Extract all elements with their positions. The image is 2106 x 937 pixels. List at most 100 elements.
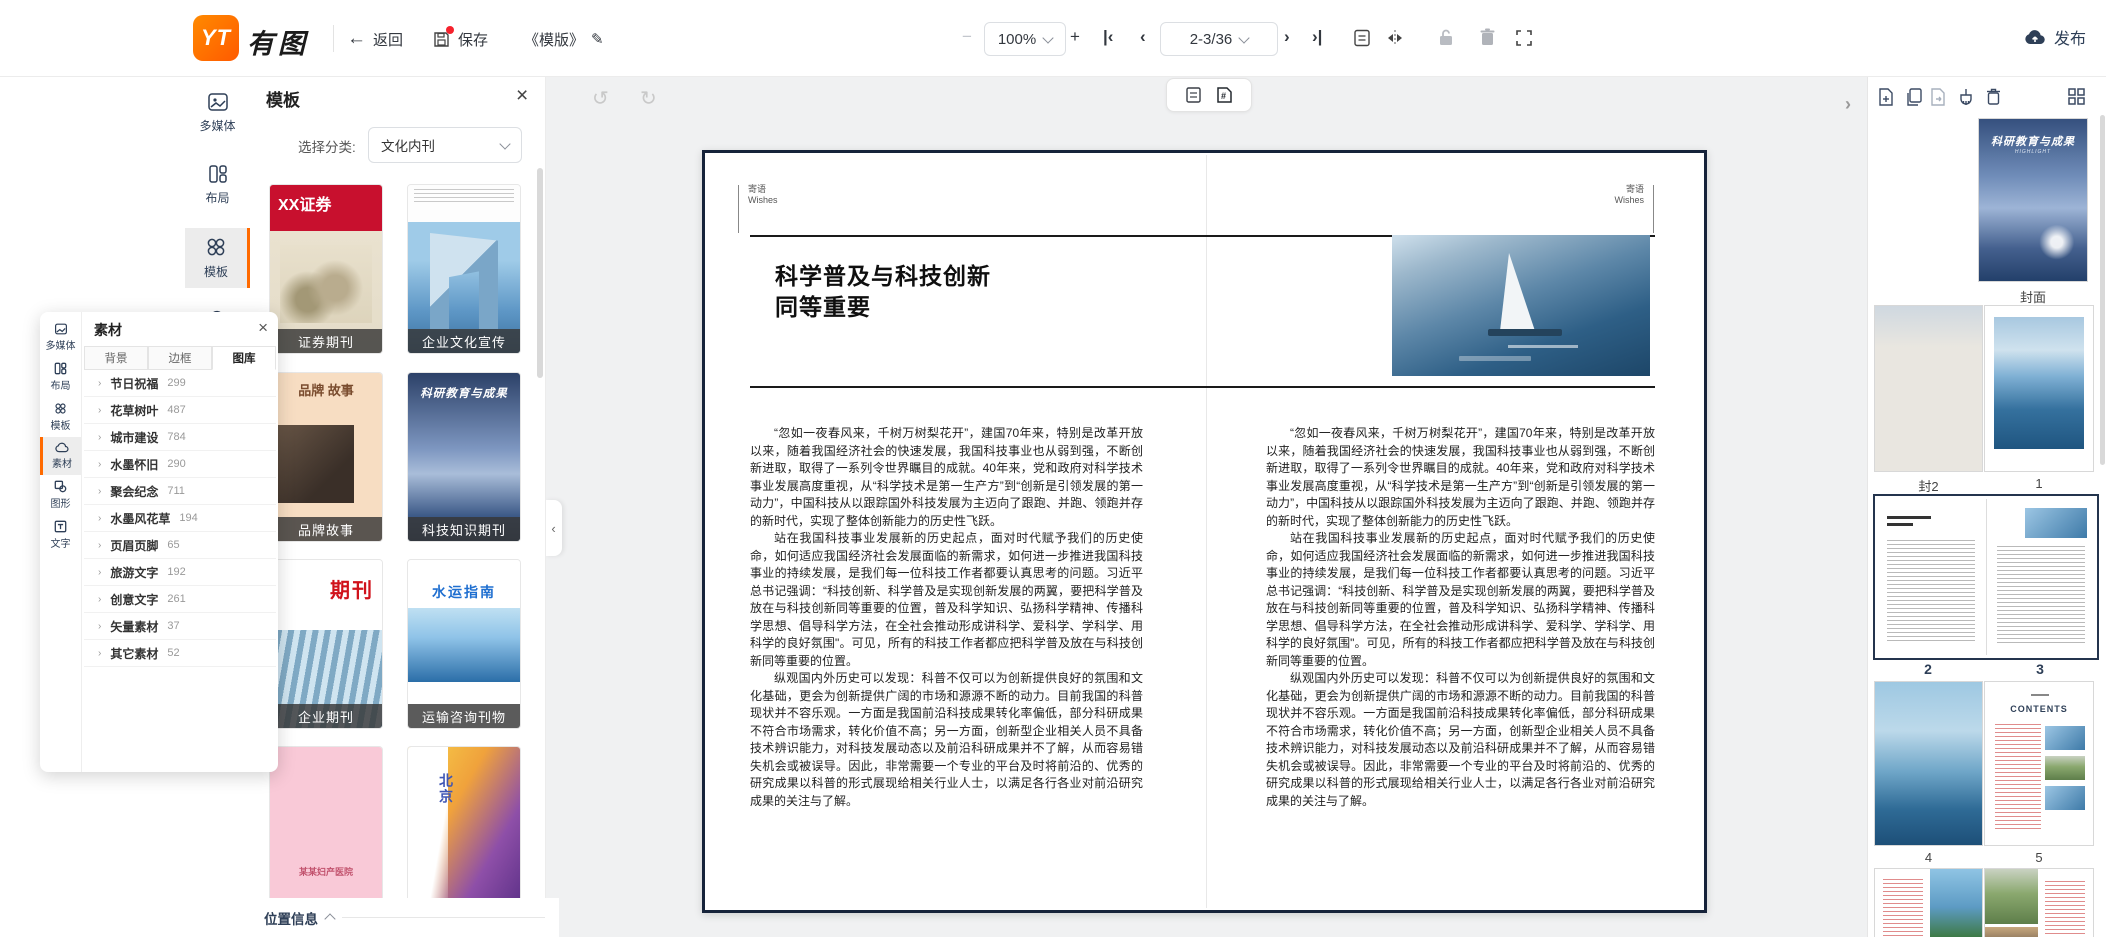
logo-text: YT — [201, 25, 231, 51]
template-card[interactable]: 某某妇产医院 — [270, 747, 382, 915]
chevron-left-icon: ‹ — [551, 521, 555, 536]
cover-text: 科研教育与成果 — [408, 385, 520, 401]
duplicate-page-button[interactable] — [1905, 87, 1923, 107]
tab-gallery[interactable]: 图库 — [212, 346, 276, 370]
position-info-section[interactable]: 位置信息 — [250, 898, 559, 937]
sidebar-item-media[interactable]: 多媒体 — [185, 84, 250, 142]
zoom-level-select[interactable]: 100% — [984, 22, 1066, 56]
delete-thumb-button[interactable] — [1985, 87, 2002, 107]
template-cover-image: 某某妇产医院 — [270, 747, 382, 915]
template-cover-image: 科研教育与成果 — [408, 373, 520, 541]
asset-category-row[interactable]: ›矢量素材37 — [84, 613, 276, 640]
asset-category-row[interactable]: ›水墨怀旧290 — [84, 451, 276, 478]
header-rule-left — [738, 185, 739, 233]
canvas-area[interactable]: ↺ ↻ # › 寄语 Wishes 寄语 Wishes — [545, 76, 1867, 937]
sidebar-item-templates[interactable]: 模板 — [185, 228, 250, 288]
mini-sidebar-label: 布局 — [51, 377, 71, 392]
pages-panel: 科研教育与成果 HIGHLIGHT 封面 封2 1 2 3 CONTENTS — [1867, 76, 2106, 937]
category-select[interactable]: 文化内刊 — [368, 127, 522, 163]
page-header-right: 寄语 Wishes — [1614, 184, 1644, 206]
page-thumb-cover[interactable]: 科研教育与成果 HIGHLIGHT — [1979, 119, 2087, 281]
asset-category-row[interactable]: ›节日祝福299 — [84, 370, 276, 397]
cover-subtitle-text: HIGHLIGHT — [1979, 149, 2087, 155]
prev-page-button[interactable]: ‹ — [1140, 27, 1146, 47]
page-number-view-button[interactable]: # — [1216, 86, 1233, 104]
mini-sidebar-item-layout[interactable]: 布局 — [40, 357, 81, 397]
split-pages-button[interactable] — [1384, 28, 1406, 48]
page-range-select[interactable]: 2-3/36 — [1160, 22, 1278, 56]
next-page-button[interactable]: › — [1284, 27, 1290, 47]
template-card[interactable]: XX证券 证券期刊 — [270, 185, 382, 353]
template-card[interactable]: 品牌 故事 品牌故事 — [270, 373, 382, 541]
expand-right-panel-handle[interactable]: › — [1845, 94, 1851, 115]
page-label-3[interactable]: 3 — [1985, 661, 2095, 677]
tab-backgrounds[interactable]: 背景 — [84, 346, 148, 370]
page-thumb-6[interactable] — [1875, 869, 1982, 937]
zoom-out-button[interactable]: − — [962, 27, 972, 47]
app-logo[interactable]: YT — [193, 15, 239, 61]
template-card[interactable]: 科研教育与成果 科技知识期刊 — [408, 373, 520, 541]
add-page-button[interactable] — [1877, 87, 1895, 107]
media-icon — [207, 92, 229, 112]
template-card[interactable]: 北京 — [408, 747, 520, 915]
template-card[interactable]: 期刊 企业期刊 — [270, 560, 382, 728]
template-card[interactable]: 企业文化宣传 — [408, 185, 520, 353]
asset-category-row[interactable]: ›创意文字261 — [84, 586, 276, 613]
page-label-2[interactable]: 2 — [1873, 661, 1983, 677]
fullscreen-button[interactable] — [1514, 28, 1534, 48]
clear-page-button[interactable] — [1957, 87, 1975, 107]
page-label-5[interactable]: 5 — [1985, 850, 2093, 865]
undo-button[interactable]: ↺ — [592, 86, 609, 111]
publish-button[interactable]: 发布 — [2024, 25, 2086, 49]
document-title[interactable]: 《模版》 ✎ — [524, 27, 604, 51]
text-column-right[interactable]: “忽如一夜春风来，千树万树梨花开”，建国70年来，特别是改革开放以来，随着我国经… — [1266, 425, 1655, 810]
save-button[interactable]: 保存 — [432, 27, 488, 51]
lock-button[interactable] — [1436, 27, 1456, 48]
template-panel-scrollbar[interactable] — [537, 168, 543, 378]
document-spread[interactable]: 寄语 Wishes 寄语 Wishes 科学普及与科技创新 同等重要 “忽如一夜… — [702, 150, 1707, 913]
asset-category-row[interactable]: ›聚会纪念711 — [84, 478, 276, 505]
page-thumb-4[interactable] — [1875, 682, 1982, 845]
last-page-button[interactable]: ›| — [1312, 27, 1322, 47]
first-page-button[interactable]: |‹ — [1103, 27, 1113, 47]
assets-panel-close-icon[interactable]: × — [258, 318, 268, 338]
page-thumb-5[interactable]: CONTENTS — [1985, 682, 2093, 845]
single-page-view-button[interactable] — [1185, 86, 1202, 104]
mini-sidebar-item-assets[interactable]: 素材 — [40, 437, 81, 475]
template-panel-close-icon[interactable]: × — [516, 84, 528, 108]
page-thumb-7[interactable] — [1985, 869, 2093, 937]
mini-sidebar-item-text[interactable]: 文字 — [40, 515, 81, 555]
mini-sidebar-item-templates[interactable]: 模板 — [40, 397, 81, 437]
collapse-left-panel-handle[interactable]: ‹ — [545, 500, 562, 556]
grid-view-button[interactable] — [2067, 87, 2086, 106]
category-count: 194 — [179, 512, 197, 524]
text-column-left[interactable]: “忽如一夜春风来，千树万树梨花开”，建国70年来，特别是改革开放以来，随着我国经… — [750, 425, 1143, 810]
page-settings-button[interactable] — [1352, 28, 1372, 48]
page-thumb-1[interactable] — [1985, 306, 2093, 471]
asset-category-row[interactable]: ›旅游文字192 — [84, 559, 276, 586]
asset-category-row[interactable]: ›水墨风花草194 — [84, 505, 276, 532]
asset-category-row[interactable]: ›花草树叶487 — [84, 397, 276, 424]
pages-panel-scrollbar[interactable] — [2100, 115, 2105, 465]
article-title[interactable]: 科学普及与科技创新 同等重要 — [775, 261, 991, 323]
back-button[interactable]: ← 返回 — [347, 27, 403, 51]
mini-sidebar-item-media[interactable]: 多媒体 — [40, 318, 81, 357]
sailboat-photo[interactable] — [1392, 235, 1650, 376]
page-label-cover[interactable]: 封面 — [1979, 287, 2087, 306]
template-card[interactable]: 水运指南 运输咨询刊物 — [408, 560, 520, 728]
mini-sidebar-item-shapes[interactable]: 图形 — [40, 475, 81, 515]
sidebar-item-layout[interactable]: 布局 — [185, 156, 250, 214]
delete-page-button[interactable] — [1478, 27, 1497, 48]
page-label-cover2[interactable]: 封2 — [1875, 476, 1982, 495]
asset-category-row[interactable]: ›城市建设784 — [84, 424, 276, 451]
page-thumb-2-3-selected[interactable] — [1873, 494, 2099, 660]
page-label-4[interactable]: 4 — [1875, 850, 1982, 865]
asset-category-row[interactable]: ›其它素材52 — [84, 640, 276, 667]
export-page-button[interactable] — [1929, 87, 1947, 107]
tab-borders[interactable]: 边框 — [148, 346, 212, 370]
page-thumb-cover2[interactable] — [1875, 306, 1982, 471]
page-label-1[interactable]: 1 — [1985, 476, 2093, 491]
zoom-in-button[interactable]: + — [1070, 27, 1080, 47]
asset-category-row[interactable]: ›页眉页脚65 — [84, 532, 276, 559]
redo-button[interactable]: ↻ — [640, 86, 657, 111]
